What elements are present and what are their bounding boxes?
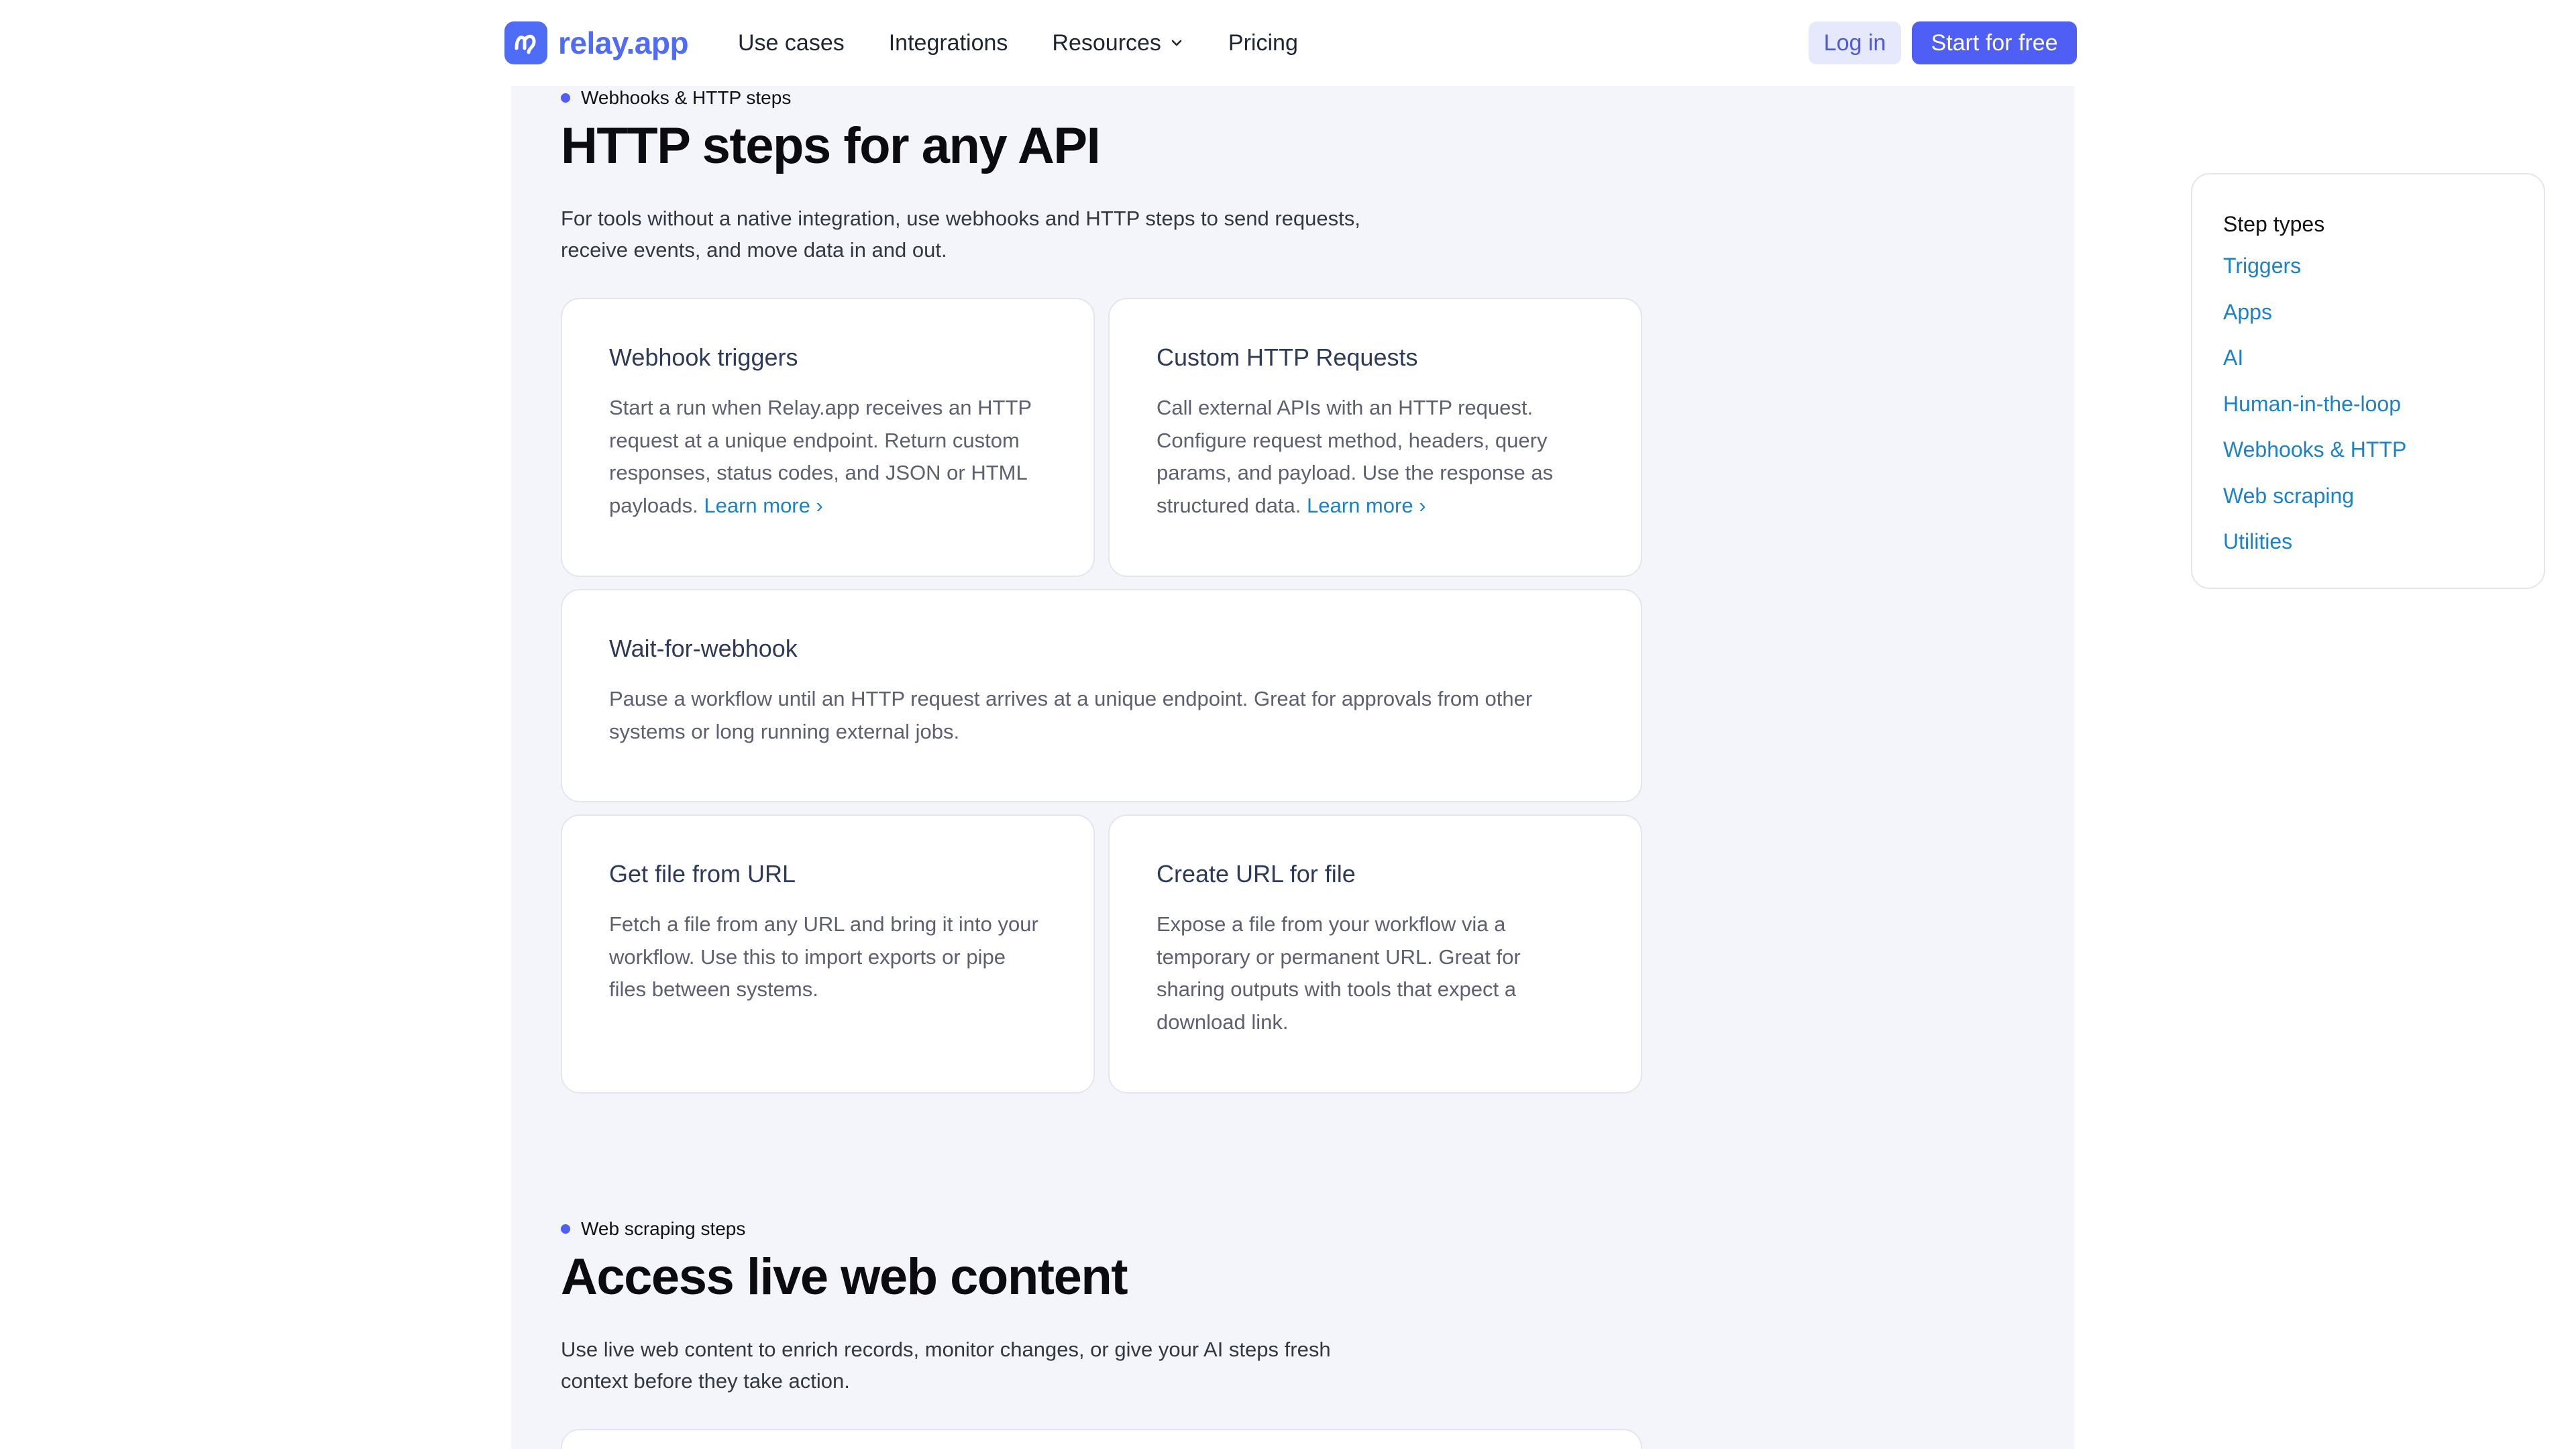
nav-label: Resources — [1052, 30, 1161, 56]
card-body-text: Fetch a file from any URL and bring it i… — [609, 912, 1038, 1001]
sidebar-item-web-scraping[interactable]: Web scraping — [2223, 473, 2544, 519]
chevron-down-icon — [1171, 40, 1182, 46]
nav-label: Integrations — [888, 30, 1008, 56]
section-description: Use live web content to enrich records, … — [561, 1338, 1331, 1393]
card-create-url-for-file: Create URL for file Expose a file from y… — [1108, 814, 1642, 1093]
bullet-dot — [561, 93, 570, 103]
bullet-dot — [561, 1224, 570, 1234]
main-nav: Use cases Integrations Resources Pricing — [738, 21, 1342, 64]
card-body-text: Pause a workflow until an HTTP request a… — [609, 687, 1533, 743]
section-eyebrow: Webhooks & HTTP steps — [561, 87, 791, 109]
sidebar-item-human-in-the-loop[interactable]: Human-in-the-loop — [2223, 381, 2544, 427]
card-get-file-from-url: Get file from URL Fetch a file from any … — [561, 814, 1095, 1093]
logo-link[interactable]: relay.app — [504, 21, 689, 64]
card-title: Webhook triggers — [609, 343, 798, 371]
step-types-nav: Step types Triggers Apps AI Human-in-the… — [2191, 173, 2545, 589]
nav-use-cases[interactable]: Use cases — [738, 30, 845, 56]
content-band: Webhooks & HTTP steps HTTP steps for any… — [511, 86, 2545, 1449]
card-title: Wait-for-webhook — [609, 635, 798, 662]
section-title: HTTP steps for any API — [561, 117, 1101, 174]
card-wait-for-webhook: Wait-for-webhook Pause a workflow until … — [561, 589, 1642, 802]
card-body: Call external APIs with an HTTP request.… — [1157, 392, 1594, 522]
start-for-free-button[interactable]: Start for free — [1912, 21, 2077, 64]
card-body-text: Expose a file from your workflow via a t… — [1157, 912, 1521, 1034]
nav-pricing[interactable]: Pricing — [1228, 30, 1298, 56]
section-eyebrow: Web scraping steps — [561, 1218, 745, 1240]
site-header: relay.app Use cases Integrations Resourc… — [0, 0, 2576, 86]
sidebar-item-webhooks-http[interactable]: Webhooks & HTTP — [2223, 427, 2544, 473]
eyebrow-label: Webhooks & HTTP steps — [581, 87, 792, 108]
nav-label: Use cases — [738, 30, 845, 56]
nav-label: Pricing — [1228, 30, 1298, 56]
card-custom-http-requests: Custom HTTP Requests Call external APIs … — [1108, 298, 1642, 577]
card-title: Get file from URL — [609, 860, 796, 888]
brand-name: relay.app — [558, 25, 689, 60]
login-button[interactable]: Log in — [1809, 21, 1901, 64]
card-webhook-triggers: Webhook triggers Start a run when Relay.… — [561, 298, 1095, 577]
nav-integrations[interactable]: Integrations — [889, 30, 1008, 56]
card-title: Create URL for file — [1157, 860, 1356, 888]
card-title: Custom HTTP Requests — [1157, 343, 1418, 371]
sidebar-item-ai[interactable]: AI — [2223, 335, 2544, 381]
sidebar-item-triggers[interactable]: Triggers — [2223, 243, 2544, 289]
section-title: Access live web content — [561, 1248, 1128, 1305]
section-description: For tools without a native integration, … — [561, 207, 1360, 262]
learn-more-link[interactable]: Learn more › — [704, 494, 822, 517]
nav-resources[interactable]: Resources — [1052, 30, 1184, 56]
relay-logo-icon — [504, 21, 547, 64]
learn-more-link[interactable]: Learn more › — [1307, 494, 1426, 517]
card-body: Start a run when Relay.app receives an H… — [609, 392, 1046, 522]
card-web-scraping — [561, 1429, 1642, 1449]
step-types-title: Step types — [2223, 212, 2325, 236]
sidebar-item-apps[interactable]: Apps — [2223, 289, 2544, 335]
eyebrow-label: Web scraping steps — [581, 1218, 746, 1239]
sidebar-item-utilities[interactable]: Utilities — [2223, 519, 2544, 565]
